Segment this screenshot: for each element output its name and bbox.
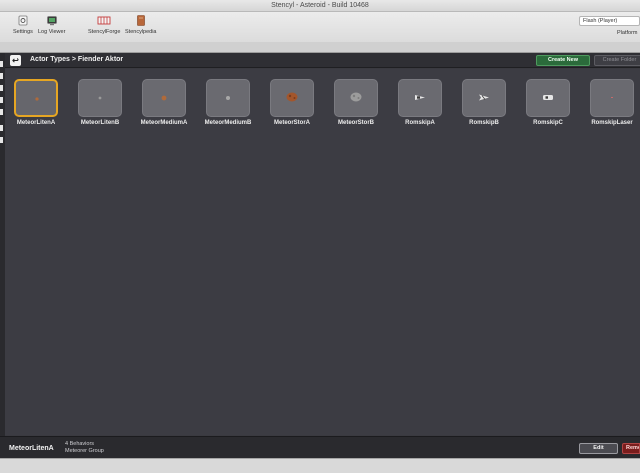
sidebar-tab[interactable]	[0, 137, 3, 143]
actor-tile[interactable]: MeteorStorA	[264, 79, 320, 126]
sidebar-tab[interactable]	[0, 97, 3, 103]
main-toolbar: Settings Log Viewer StencylForge Stencyl…	[0, 12, 640, 42]
actor-thumbnail	[462, 79, 506, 117]
platform-label: Platform	[617, 30, 638, 36]
toolbar-log-viewer-label: Log Viewer	[38, 29, 66, 35]
create-new-button[interactable]: Create New	[536, 55, 590, 66]
actor-tile[interactable]: RomskipA	[392, 79, 448, 126]
small-meteor-icon	[98, 96, 102, 100]
actor-thumbnail	[526, 79, 570, 117]
sidebar-tab[interactable]	[0, 85, 3, 91]
actor-name: MeteorLitenB	[80, 120, 120, 126]
actor-thumbnail	[14, 79, 58, 117]
actor-tile[interactable]: RomskipLaser	[584, 79, 640, 126]
actor-name: MeteorLitenA	[16, 120, 56, 126]
toolbar-settings[interactable]: Settings	[13, 15, 33, 35]
actor-name: RomskipLaser	[591, 120, 633, 126]
toolbar-stencylforge[interactable]: StencylForge	[88, 15, 120, 35]
edit-button[interactable]: Edit	[579, 443, 618, 454]
sidebar-tab[interactable]	[0, 109, 3, 115]
actor-name: RomskipB	[469, 120, 499, 126]
actor-name: RomskipC	[533, 120, 563, 126]
laser-icon	[611, 97, 613, 98]
actor-tile[interactable]: MeteorStorB	[328, 79, 384, 126]
window-titlebar: Stencyl - Asteroid - Build 10468	[0, 0, 640, 12]
actor-tile[interactable]: RomskipB	[456, 79, 512, 126]
large-meteor-icon	[286, 92, 298, 102]
actor-name: MeteorStorB	[337, 120, 374, 126]
toolbar-strip	[0, 42, 640, 53]
back-icon[interactable]: ↩	[10, 55, 21, 66]
platform-select-value: Flash (Player)	[583, 18, 618, 24]
breadcrumb: Actor Types > Fiender Aktor	[30, 56, 124, 63]
sidebar-tab[interactable]	[0, 125, 3, 131]
remove-button[interactable]: Remove	[622, 443, 640, 454]
selected-actor-meta: 4 Behaviors Meteorer Group	[65, 441, 104, 455]
actor-thumbnail	[334, 79, 378, 117]
spaceship-icon	[415, 95, 425, 100]
actor-name: MeteorMediumB	[204, 120, 252, 126]
actor-thumbnail	[206, 79, 250, 117]
create-folder-button[interactable]: Create Folder	[594, 55, 640, 66]
window-title: Stencyl - Asteroid - Build 10468	[271, 2, 369, 9]
actor-thumbnail	[270, 79, 314, 117]
sidebar-tab[interactable]	[0, 61, 3, 67]
stencylpedia-icon	[136, 15, 145, 26]
toolbar-log-viewer[interactable]: Log Viewer	[38, 15, 65, 35]
platform-select[interactable]: Flash (Player)	[579, 16, 640, 26]
actor-tile[interactable]: MeteorLitenB	[72, 79, 128, 126]
spaceship-icon	[543, 95, 553, 100]
actor-tile[interactable]: MeteorMediumB	[200, 79, 256, 126]
spaceship-icon	[479, 94, 489, 101]
actor-thumbnail	[590, 79, 634, 117]
actor-tile[interactable]: RomskipC	[520, 79, 576, 126]
settings-icon	[18, 15, 28, 26]
actor-thumbnail	[142, 79, 186, 117]
medium-meteor-icon	[161, 95, 167, 101]
toolbar-settings-label: Settings	[13, 29, 33, 35]
selected-actor-behaviors: 4 Behaviors	[65, 441, 95, 447]
toolbar-stencylpedia[interactable]: Stencylpedia	[125, 15, 157, 35]
selected-actor-name: MeteorLitenA	[9, 445, 54, 452]
sidebar-tab[interactable]	[0, 73, 3, 79]
small-meteor-icon	[35, 97, 39, 101]
selection-footer: MeteorLitenA 4 Behaviors Meteorer Group …	[0, 436, 640, 458]
actor-tile[interactable]: MeteorMediumA	[136, 79, 192, 126]
actor-name: MeteorStorA	[273, 120, 310, 126]
medium-meteor-icon	[226, 96, 230, 100]
selected-actor-group: Meteorer Group	[65, 448, 104, 454]
status-bar	[0, 458, 640, 473]
actor-thumbnail	[78, 79, 122, 117]
actor-thumbnail	[398, 79, 442, 117]
log-viewer-icon	[46, 16, 57, 26]
actor-name: MeteorMediumA	[140, 120, 188, 126]
actor-name: RomskipA	[405, 120, 435, 126]
actor-grid: MeteorLitenA MeteorLitenB MeteorMediumA …	[5, 69, 640, 435]
stencylforge-icon	[97, 16, 111, 25]
large-meteor-icon	[350, 92, 362, 102]
content-header: ↩ Actor Types > Fiender Aktor Create New…	[5, 53, 640, 68]
toolbar-stencylpedia-label: Stencylpedia	[125, 29, 157, 35]
toolbar-stencylforge-label: StencylForge	[88, 29, 121, 35]
actor-tile[interactable]: MeteorLitenA	[8, 79, 64, 126]
